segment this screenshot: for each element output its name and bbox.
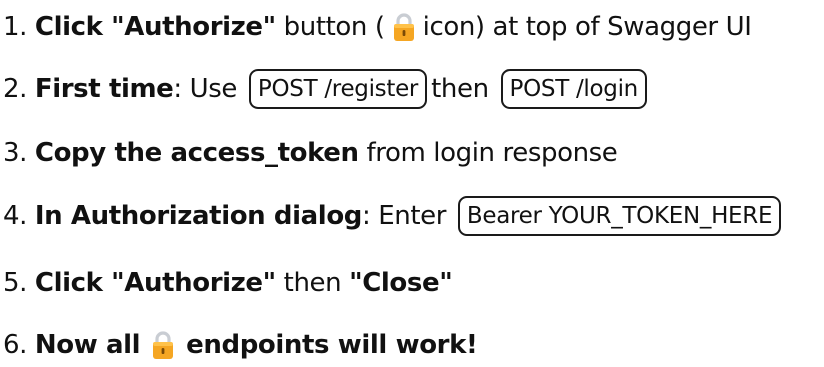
step-5-bold-2: "Close" (349, 268, 453, 298)
step-1: 1. Click "Authorize" button ( icon) at t… (3, 5, 752, 49)
step-2-text-a: : Use (173, 74, 238, 104)
step-1-bold: Click "Authorize" (34, 12, 276, 42)
step-2: 2. First time: Use POST /register then PO… (3, 67, 651, 111)
step-1-text-b: icon) at top of Swagger UI (422, 12, 752, 42)
step-2-bold: First time (34, 74, 174, 104)
step-4-bold: In Authorization dialog (34, 201, 363, 231)
step-5-number: 5. (3, 268, 28, 298)
step-3-number: 3. (3, 138, 28, 168)
step-6-bold: Now all (34, 330, 141, 360)
step-5: 5. Click "Authorize" then "Close" (3, 261, 453, 305)
step-1-text-a: button ( (283, 12, 385, 42)
step-4-text-a: : Enter (362, 201, 447, 231)
step-6-number: 6. (3, 330, 28, 360)
step-4: 4. In Authorization dialog: Enter Bearer… (3, 194, 785, 238)
code-post-register: POST /register (248, 69, 428, 109)
step-4-number: 4. (3, 201, 28, 231)
step-1-number: 1. (3, 12, 28, 42)
step-3: 3. Copy the access_token from login resp… (3, 131, 618, 175)
lock-icon (391, 11, 417, 43)
step-3-bold: Copy the access_token (34, 138, 359, 168)
step-6-bold-2: endpoints will work! (186, 330, 478, 360)
lock-icon (150, 329, 176, 361)
step-3-text-a: from login response (366, 138, 618, 168)
step-2-text-b: then (431, 74, 489, 104)
step-5-bold: Click "Authorize" (34, 268, 276, 298)
step-5-text-a: then (283, 268, 342, 298)
step-6: 6. Now all endpoints will work! (3, 323, 478, 367)
code-post-login: POST /login (500, 69, 647, 109)
step-2-number: 2. (3, 74, 28, 104)
code-bearer-token: Bearer YOUR_TOKEN_HERE (457, 196, 782, 236)
